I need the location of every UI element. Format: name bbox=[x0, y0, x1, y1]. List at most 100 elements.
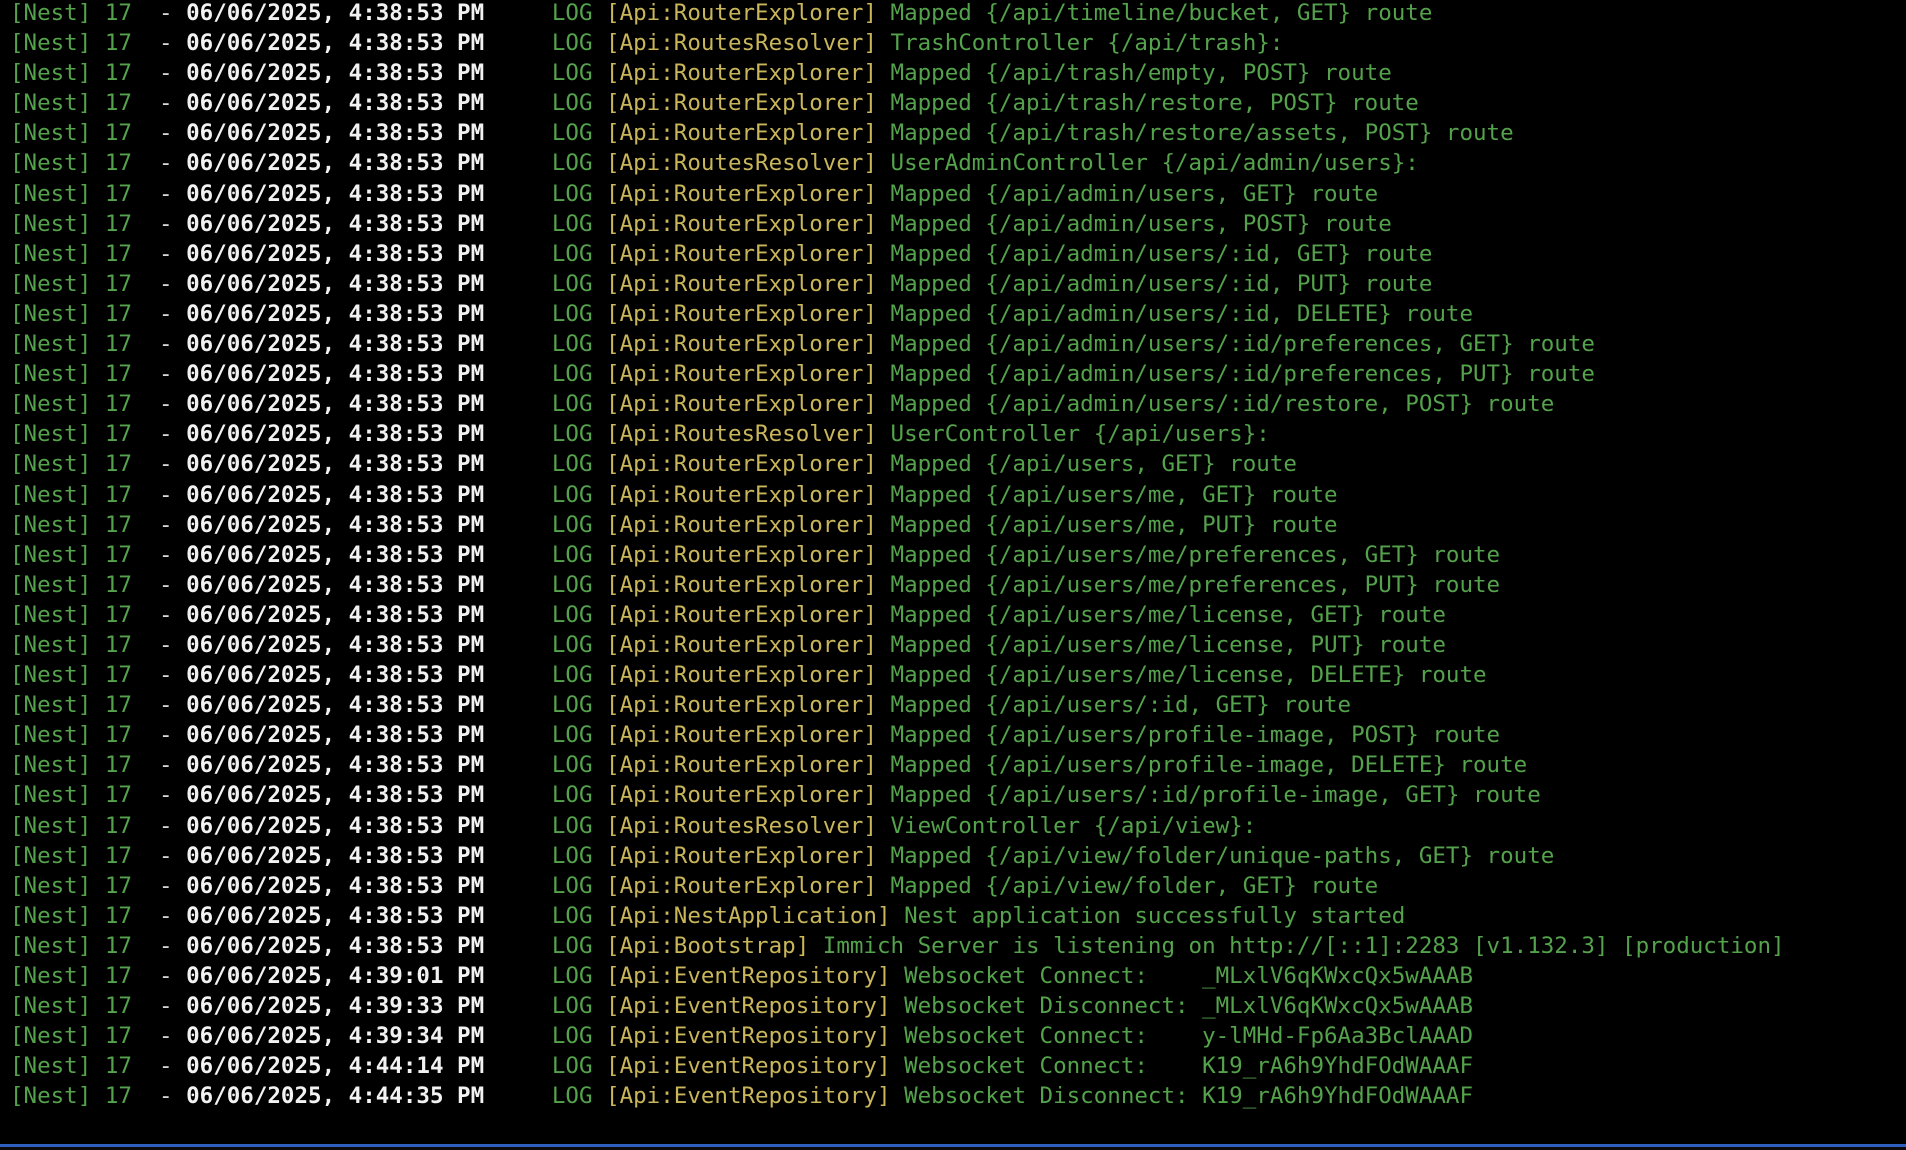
log-separator: - bbox=[159, 451, 187, 478]
log-context: [Api:RouterExplorer] bbox=[606, 90, 877, 117]
log-prefix: [Nest] 17 bbox=[10, 541, 160, 568]
log-prefix: [Nest] 17 bbox=[10, 1023, 160, 1050]
log-output: [Nest] 17 - 06/06/2025, 4:38:53 PM LOG [… bbox=[10, 0, 1785, 1111]
log-level: LOG bbox=[484, 932, 607, 959]
log-prefix: [Nest] 17 bbox=[10, 842, 160, 869]
log-line: [Nest] 17 - 06/06/2025, 4:38:53 PM LOG [… bbox=[10, 690, 1785, 720]
log-message: UserController {/api/users}: bbox=[876, 421, 1270, 448]
log-prefix: [Nest] 17 bbox=[10, 180, 160, 207]
log-separator: - bbox=[159, 30, 187, 57]
log-message: ViewController {/api/view}: bbox=[876, 812, 1257, 839]
log-level: LOG bbox=[484, 963, 607, 989]
log-message: Mapped {/api/users/me/license, PUT} rout… bbox=[876, 631, 1446, 658]
log-level: LOG bbox=[484, 391, 607, 418]
log-context: [Api:RouterExplorer] bbox=[606, 541, 877, 568]
log-message: Mapped {/api/admin/users/:id/preferences… bbox=[876, 331, 1595, 358]
log-level: LOG bbox=[484, 662, 607, 689]
log-prefix: [Nest] 17 bbox=[10, 963, 160, 989]
log-separator: - bbox=[159, 812, 187, 839]
log-level: LOG bbox=[484, 120, 607, 147]
log-context: [Api:Bootstrap] bbox=[606, 932, 810, 959]
log-context: [Api:RouterExplorer] bbox=[606, 180, 877, 207]
log-timestamp: 06/06/2025, 4:38:53 PM bbox=[186, 481, 485, 508]
log-timestamp: 06/06/2025, 4:38:53 PM bbox=[186, 120, 485, 147]
log-message: Mapped {/api/users/me, PUT} route bbox=[876, 511, 1338, 538]
log-message: Mapped {/api/users/:id, GET} route bbox=[876, 692, 1352, 719]
log-timestamp: 06/06/2025, 4:38:53 PM bbox=[186, 150, 485, 177]
terminal-window[interactable]: [Nest] 17 - 06/06/2025, 4:38:53 PM LOG [… bbox=[0, 0, 1906, 1144]
log-context: [Api:RouterExplorer] bbox=[606, 210, 877, 237]
log-prefix: [Nest] 17 bbox=[10, 511, 160, 538]
log-line: [Nest] 17 - 06/06/2025, 4:38:53 PM LOG [… bbox=[10, 28, 1785, 58]
log-timestamp: 06/06/2025, 4:38:53 PM bbox=[186, 391, 485, 418]
log-level: LOG bbox=[484, 240, 607, 267]
log-context: [Api:RouterExplorer] bbox=[606, 872, 877, 899]
log-level: LOG bbox=[484, 421, 607, 448]
log-separator: - bbox=[159, 120, 187, 147]
log-message: Mapped {/api/admin/users, GET} route bbox=[876, 180, 1379, 207]
log-prefix: [Nest] 17 bbox=[10, 481, 160, 508]
log-timestamp: 06/06/2025, 4:44:14 PM bbox=[186, 1053, 485, 1080]
log-level: LOG bbox=[484, 511, 607, 538]
log-message: Mapped {/api/admin/users/:id, PUT} route bbox=[876, 270, 1433, 297]
log-separator: - bbox=[159, 932, 187, 959]
log-line: [Nest] 17 - 06/06/2025, 4:38:53 PM LOG [… bbox=[10, 841, 1785, 871]
log-separator: - bbox=[159, 391, 187, 418]
log-context: [Api:EventRepository] bbox=[606, 963, 891, 989]
log-message: Mapped {/api/users/me, GET} route bbox=[876, 481, 1338, 508]
log-separator: - bbox=[159, 1083, 187, 1110]
log-timestamp: 06/06/2025, 4:38:53 PM bbox=[186, 902, 485, 929]
log-message: Websocket Connect: K19_rA6h9YhdFOdWAAAF bbox=[890, 1053, 1474, 1080]
log-separator: - bbox=[159, 90, 187, 117]
log-separator: - bbox=[159, 601, 187, 628]
log-level: LOG bbox=[484, 541, 607, 568]
log-level: LOG bbox=[484, 90, 607, 117]
log-level: LOG bbox=[484, 752, 607, 779]
log-line: [Nest] 17 - 06/06/2025, 4:39:33 PM LOG [… bbox=[10, 991, 1785, 1021]
log-prefix: [Nest] 17 bbox=[10, 722, 160, 749]
log-separator: - bbox=[159, 361, 187, 388]
log-timestamp: 06/06/2025, 4:38:53 PM bbox=[186, 361, 485, 388]
log-prefix: [Nest] 17 bbox=[10, 571, 160, 598]
log-message: Mapped {/api/timeline/bucket, GET} route bbox=[876, 0, 1433, 26]
log-timestamp: 06/06/2025, 4:38:53 PM bbox=[186, 601, 485, 628]
log-separator: - bbox=[159, 782, 187, 809]
log-context: [Api:RouterExplorer] bbox=[606, 571, 877, 598]
log-line: [Nest] 17 - 06/06/2025, 4:39:01 PM LOG [… bbox=[10, 961, 1785, 991]
log-line: [Nest] 17 - 06/06/2025, 4:38:53 PM LOG [… bbox=[10, 660, 1785, 690]
log-separator: - bbox=[159, 210, 187, 237]
log-message: Mapped {/api/view/folder/unique-paths, G… bbox=[876, 842, 1555, 869]
log-line: [Nest] 17 - 06/06/2025, 4:38:53 PM LOG [… bbox=[10, 931, 1785, 961]
log-line: [Nest] 17 - 06/06/2025, 4:38:53 PM LOG [… bbox=[10, 540, 1785, 570]
log-level: LOG bbox=[484, 180, 607, 207]
log-timestamp: 06/06/2025, 4:38:53 PM bbox=[186, 0, 485, 26]
log-context: [Api:RouterExplorer] bbox=[606, 752, 877, 779]
log-timestamp: 06/06/2025, 4:38:53 PM bbox=[186, 421, 485, 448]
log-level: LOG bbox=[484, 1053, 607, 1080]
log-level: LOG bbox=[484, 631, 607, 658]
log-message: Mapped {/api/users/me/license, GET} rout… bbox=[876, 601, 1446, 628]
log-message: Mapped {/api/admin/users, POST} route bbox=[876, 210, 1392, 237]
log-timestamp: 06/06/2025, 4:39:33 PM bbox=[186, 993, 485, 1020]
log-message: Mapped {/api/users, GET} route bbox=[876, 451, 1297, 478]
log-prefix: [Nest] 17 bbox=[10, 361, 160, 388]
log-line: [Nest] 17 - 06/06/2025, 4:38:53 PM LOG [… bbox=[10, 570, 1785, 600]
log-context: [Api:RoutesResolver] bbox=[606, 421, 877, 448]
log-prefix: [Nest] 17 bbox=[10, 1083, 160, 1110]
log-message: Immich Server is listening on http://[::… bbox=[809, 932, 1785, 959]
log-separator: - bbox=[159, 511, 187, 538]
log-separator: - bbox=[159, 631, 187, 658]
log-level: LOG bbox=[484, 601, 607, 628]
log-message: Mapped {/api/admin/users/:id/restore, PO… bbox=[876, 391, 1555, 418]
log-line: [Nest] 17 - 06/06/2025, 4:38:53 PM LOG [… bbox=[10, 239, 1785, 269]
log-message: Websocket Connect: y-lMHd-Fp6Aa3BclAAAD bbox=[890, 1023, 1474, 1050]
log-context: [Api:RouterExplorer] bbox=[606, 391, 877, 418]
log-message: Mapped {/api/admin/users/:id, GET} route bbox=[876, 240, 1433, 267]
log-context: [Api:NestApplication] bbox=[606, 902, 891, 929]
log-timestamp: 06/06/2025, 4:38:53 PM bbox=[186, 782, 485, 809]
log-line: [Nest] 17 - 06/06/2025, 4:38:53 PM LOG [… bbox=[10, 58, 1785, 88]
log-separator: - bbox=[159, 1053, 187, 1080]
log-line: [Nest] 17 - 06/06/2025, 4:38:53 PM LOG [… bbox=[10, 329, 1785, 359]
log-separator: - bbox=[159, 1023, 187, 1050]
log-level: LOG bbox=[484, 270, 607, 297]
